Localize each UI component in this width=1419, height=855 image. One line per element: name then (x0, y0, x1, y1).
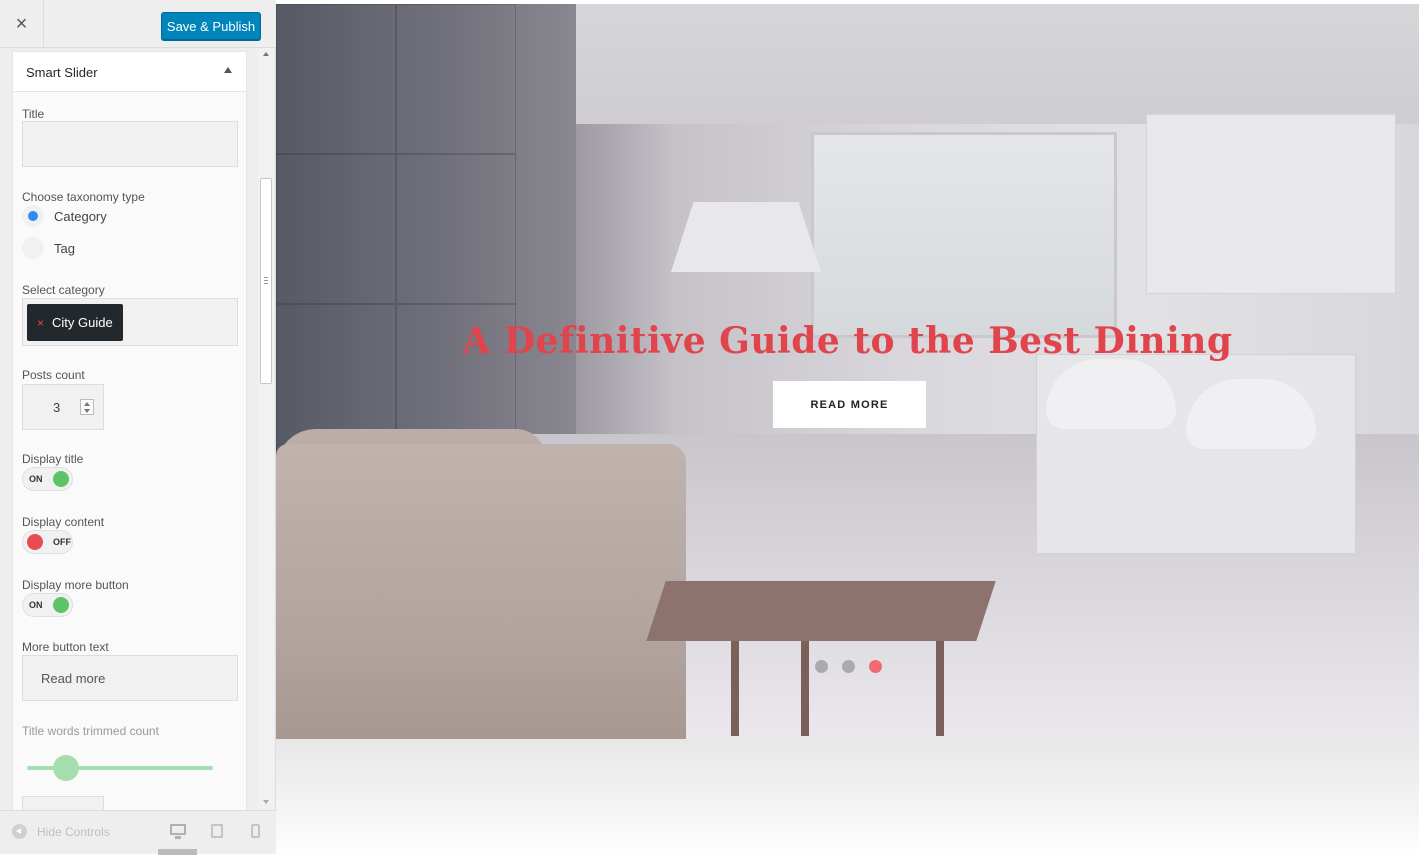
panel-scrollbar[interactable] (258, 48, 274, 810)
taxonomy-label: Choose taxonomy type (22, 190, 145, 204)
grip-icon (264, 277, 268, 284)
trim-label: Title words trimmed count (22, 724, 159, 738)
panel-header: × Save & Publish (0, 0, 276, 48)
slide-title[interactable]: A Definitive Guide to the Best Dining (276, 320, 1419, 362)
remove-chip-icon[interactable]: × (37, 316, 44, 330)
display-content-toggle[interactable]: OFF (22, 530, 73, 554)
smart-slider-section: Smart Slider Title Choose taxonomy type … (12, 51, 247, 810)
active-device-indicator (158, 849, 197, 855)
toggle-state-text: ON (29, 600, 43, 610)
read-more-button[interactable]: READ MORE (773, 381, 926, 428)
toggle-knob (53, 471, 69, 487)
category-label: Select category (22, 283, 105, 297)
trim-count-input[interactable] (22, 796, 104, 810)
hero-coffee-table (646, 581, 996, 641)
slider-dots (815, 660, 896, 673)
desktop-icon[interactable] (170, 824, 186, 839)
posts-count-value[interactable]: 3 (53, 400, 60, 415)
more-text-input[interactable]: Read more (22, 655, 238, 701)
display-more-label: Display more button (22, 578, 129, 592)
slider-dot[interactable] (815, 660, 828, 673)
panel-footer: Hide Controls (0, 810, 276, 855)
stepper-down-icon[interactable] (84, 409, 90, 413)
display-more-toggle[interactable]: ON (22, 593, 73, 617)
customizer-panel: × Save & Publish Smart Slider Title Choo… (0, 0, 276, 855)
wall-panel (276, 154, 396, 304)
collapse-caret-icon[interactable] (224, 67, 232, 73)
display-content-label: Display content (22, 515, 105, 529)
slider-dot[interactable] (842, 660, 855, 673)
close-icon: × (15, 12, 28, 35)
scroll-up-icon[interactable] (263, 52, 269, 56)
wall-panel (276, 4, 396, 154)
radio-category-label[interactable]: Category (54, 209, 107, 224)
wall-panel (396, 154, 516, 304)
collapse-arrow-icon (12, 824, 27, 839)
hero-lamp (671, 202, 821, 272)
more-text-label: More button text (22, 640, 109, 654)
title-input[interactable] (22, 121, 238, 167)
controls-scroll-area: Smart Slider Title Choose taxonomy type … (0, 48, 276, 810)
trim-slider-thumb[interactable] (53, 755, 79, 781)
hide-controls-label: Hide Controls (37, 824, 110, 839)
slider-hero: A Definitive Guide to the Best Dining RE… (276, 4, 1419, 739)
posts-count-label: Posts count (22, 368, 85, 382)
save-publish-button[interactable]: Save & Publish (161, 12, 261, 40)
section-header[interactable]: Smart Slider (13, 52, 246, 92)
slider-dot-active[interactable] (869, 660, 882, 673)
close-button[interactable]: × (0, 0, 44, 48)
hide-controls-button[interactable]: Hide Controls (12, 824, 110, 839)
hero-table-leg (801, 641, 809, 736)
site-preview: A Definitive Guide to the Best Dining RE… (276, 0, 1419, 854)
category-select[interactable]: × City Guide (22, 298, 238, 346)
section-title: Smart Slider (26, 65, 98, 80)
scroll-thumb[interactable] (260, 178, 272, 384)
page-below-slider (276, 739, 1419, 854)
toggle-state-text: ON (29, 474, 43, 484)
toggle-knob (53, 597, 69, 613)
hero-table-leg (731, 641, 739, 736)
title-label: Title (22, 107, 45, 121)
hero-sofa (276, 444, 686, 739)
mobile-icon[interactable] (251, 824, 260, 838)
wall-panel (396, 4, 516, 154)
hero-table-leg (936, 641, 944, 736)
tablet-icon[interactable] (211, 824, 223, 838)
hero-window (811, 132, 1117, 338)
toggle-knob (27, 534, 43, 550)
category-chip: × City Guide (27, 304, 123, 341)
display-title-label: Display title (22, 452, 84, 466)
radio-category[interactable] (22, 205, 44, 227)
stepper-arrows[interactable] (80, 399, 94, 415)
posts-count-stepper[interactable]: 3 (22, 384, 104, 430)
scroll-down-icon[interactable] (263, 800, 269, 804)
hero-cabinet (1146, 114, 1396, 294)
toggle-state-text: OFF (53, 537, 71, 547)
display-title-toggle[interactable]: ON (22, 467, 73, 491)
radio-tag-label[interactable]: Tag (54, 241, 75, 256)
category-chip-label: City Guide (52, 315, 113, 330)
stepper-up-icon[interactable] (84, 402, 90, 406)
radio-tag[interactable] (22, 237, 44, 259)
